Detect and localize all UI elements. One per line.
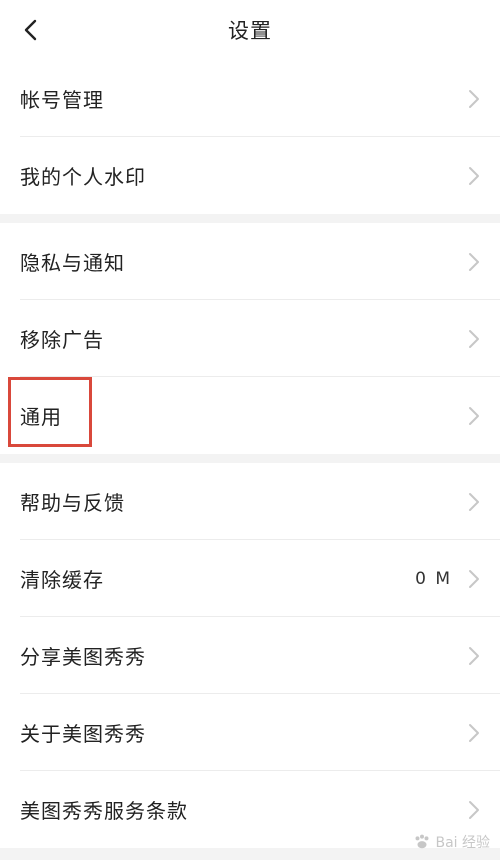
settings-item-privacy-notification[interactable]: 隐私与通知 [0, 223, 500, 300]
nav-bar: 设置 [0, 0, 500, 60]
chevron-right-icon [469, 407, 479, 425]
watermark: Bai 经验 [413, 832, 490, 852]
settings-item-label: 关于美图秀秀 [20, 722, 146, 746]
chevron-right-icon [469, 253, 479, 271]
settings-group-account: 帐号管理 我的个人水印 [0, 60, 500, 214]
settings-item-account-management[interactable]: 帐号管理 [0, 60, 500, 137]
settings-group-privacy: 隐私与通知 移除广告 通用 [0, 223, 500, 454]
group-separator [0, 454, 500, 463]
chevron-right-icon [469, 801, 479, 819]
chevron-right-icon [469, 724, 479, 742]
settings-item-label: 帮助与反馈 [20, 491, 125, 515]
chevron-left-icon [24, 19, 37, 41]
chevron-right-icon [469, 330, 479, 348]
settings-item-personal-watermark[interactable]: 我的个人水印 [0, 137, 500, 214]
settings-item-label: 我的个人水印 [20, 165, 146, 189]
settings-item-label: 移除广告 [20, 328, 104, 352]
chevron-right-icon [469, 493, 479, 511]
settings-screen: 设置 帐号管理 我的个人水印 隐私与通知 移除广告 通用 帮助与反馈 清除缓存 … [0, 0, 500, 862]
settings-group-about: 帮助与反馈 清除缓存 0 M 分享美图秀秀 关于美图秀秀 美图秀秀服务条款 [0, 463, 500, 848]
settings-item-label: 美图秀秀服务条款 [20, 799, 188, 823]
cache-size-value: 0 M [415, 568, 452, 589]
group-separator [0, 214, 500, 223]
chevron-right-icon [469, 647, 479, 665]
watermark-text: Bai 经验 [435, 835, 490, 851]
settings-item-label: 分享美图秀秀 [20, 645, 146, 669]
settings-item-general[interactable]: 通用 [0, 377, 500, 454]
settings-item-about-app[interactable]: 关于美图秀秀 [0, 694, 500, 771]
chevron-right-icon [469, 570, 479, 588]
settings-item-label: 帐号管理 [20, 88, 104, 112]
paw-icon [415, 834, 429, 849]
settings-item-label: 清除缓存 [20, 568, 104, 592]
settings-item-label: 通用 [20, 405, 62, 429]
page-title: 设置 [228, 19, 272, 43]
settings-item-remove-ads[interactable]: 移除广告 [0, 300, 500, 377]
settings-item-share-app[interactable]: 分享美图秀秀 [0, 617, 500, 694]
back-button[interactable] [12, 12, 48, 48]
settings-item-clear-cache[interactable]: 清除缓存 0 M [0, 540, 500, 617]
chevron-right-icon [469, 167, 479, 185]
chevron-right-icon [469, 90, 479, 108]
settings-item-label: 隐私与通知 [20, 251, 125, 275]
settings-item-help-feedback[interactable]: 帮助与反馈 [0, 463, 500, 540]
